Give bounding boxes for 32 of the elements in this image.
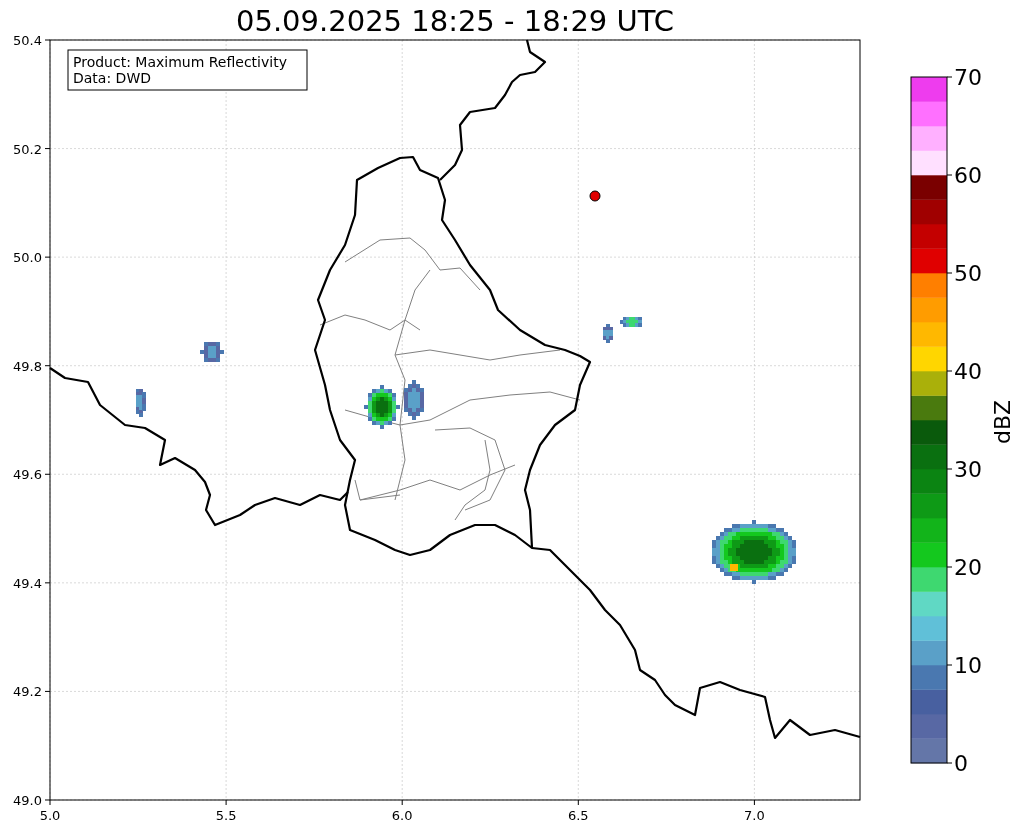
- y-axis-tick-label: 49.4: [13, 575, 42, 591]
- y-axis-tick-label: 50.0: [13, 250, 42, 266]
- y-axis-tick-label: 50.4: [13, 33, 42, 48]
- colorbar-tick-label: 0: [954, 751, 968, 776]
- legend-text: Data: DWD: [73, 70, 151, 86]
- colorbar-label: dBZ: [990, 399, 1015, 445]
- location-marker: [589, 190, 601, 202]
- legend-text: Product: Maximum Reflectivity: [73, 54, 287, 70]
- radar-echo: [603, 324, 613, 343]
- x-axis-tick-label: 5.0: [39, 808, 61, 823]
- x-axis-tick-label: 5.5: [215, 808, 237, 823]
- chart-title: 05.09.2025 18:25 - 18:29 UTC: [235, 3, 675, 30]
- colorbar-tick-label: 60: [954, 163, 982, 188]
- colorbar-tick-label: 40: [954, 359, 982, 384]
- y-axis-tick-label: 49.2: [13, 684, 42, 700]
- colorbar-tick-label: 50: [954, 261, 982, 286]
- x-axis-tick-label: 6.5: [567, 808, 589, 823]
- radar-echo: [200, 342, 224, 362]
- y-axis-tick-label: 50.2: [13, 141, 42, 157]
- y-axis-tick-label: 49.0: [13, 793, 42, 808]
- colorbar-tick-label: 10: [954, 653, 982, 678]
- y-axis-tick-label: 49.8: [13, 358, 42, 374]
- colorbar-tick-label: 30: [954, 457, 982, 482]
- x-axis-tick-label: 6.0: [391, 808, 413, 823]
- radar-echo: [136, 389, 146, 417]
- colorbar-tick-label: 70: [954, 65, 982, 90]
- x-axis-tick-label: 7.0: [744, 808, 765, 823]
- radar-echo: [404, 380, 424, 420]
- y-axis-tick-label: 49.6: [13, 467, 42, 483]
- colorbar-tick-label: 20: [954, 555, 982, 580]
- radar-echo: [620, 317, 642, 327]
- radar-echo: [364, 385, 400, 429]
